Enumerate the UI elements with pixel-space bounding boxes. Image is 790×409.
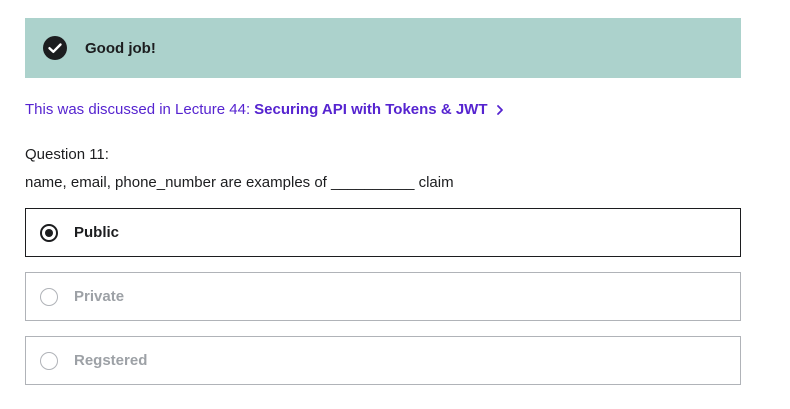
- answer-option-private[interactable]: Private: [25, 272, 741, 321]
- chevron-right-icon[interactable]: [495, 104, 505, 116]
- radio-button[interactable]: [40, 287, 58, 306]
- question-text: name, email, phone_number are examples o…: [25, 174, 454, 191]
- radio-button[interactable]: [40, 223, 58, 242]
- radio-button[interactable]: [40, 351, 58, 370]
- option-label: Private: [74, 288, 125, 305]
- result-banner: Good job!: [25, 18, 741, 78]
- result-message: Good job!: [85, 39, 156, 57]
- option-label: Regstered: [74, 352, 148, 369]
- check-circle-icon: [42, 35, 68, 61]
- answer-option-public[interactable]: Public: [25, 208, 741, 257]
- option-label: Public: [74, 224, 120, 241]
- question-number: Question 11:: [25, 146, 109, 163]
- lecture-prefix: This was discussed in Lecture 44:: [25, 101, 251, 118]
- answer-option-registered[interactable]: Regstered: [25, 336, 741, 385]
- lecture-reference: This was discussed in Lecture 44: Securi…: [25, 101, 505, 118]
- radio-selected-dot: [45, 228, 53, 237]
- lecture-link[interactable]: Securing API with Tokens & JWT: [254, 101, 487, 118]
